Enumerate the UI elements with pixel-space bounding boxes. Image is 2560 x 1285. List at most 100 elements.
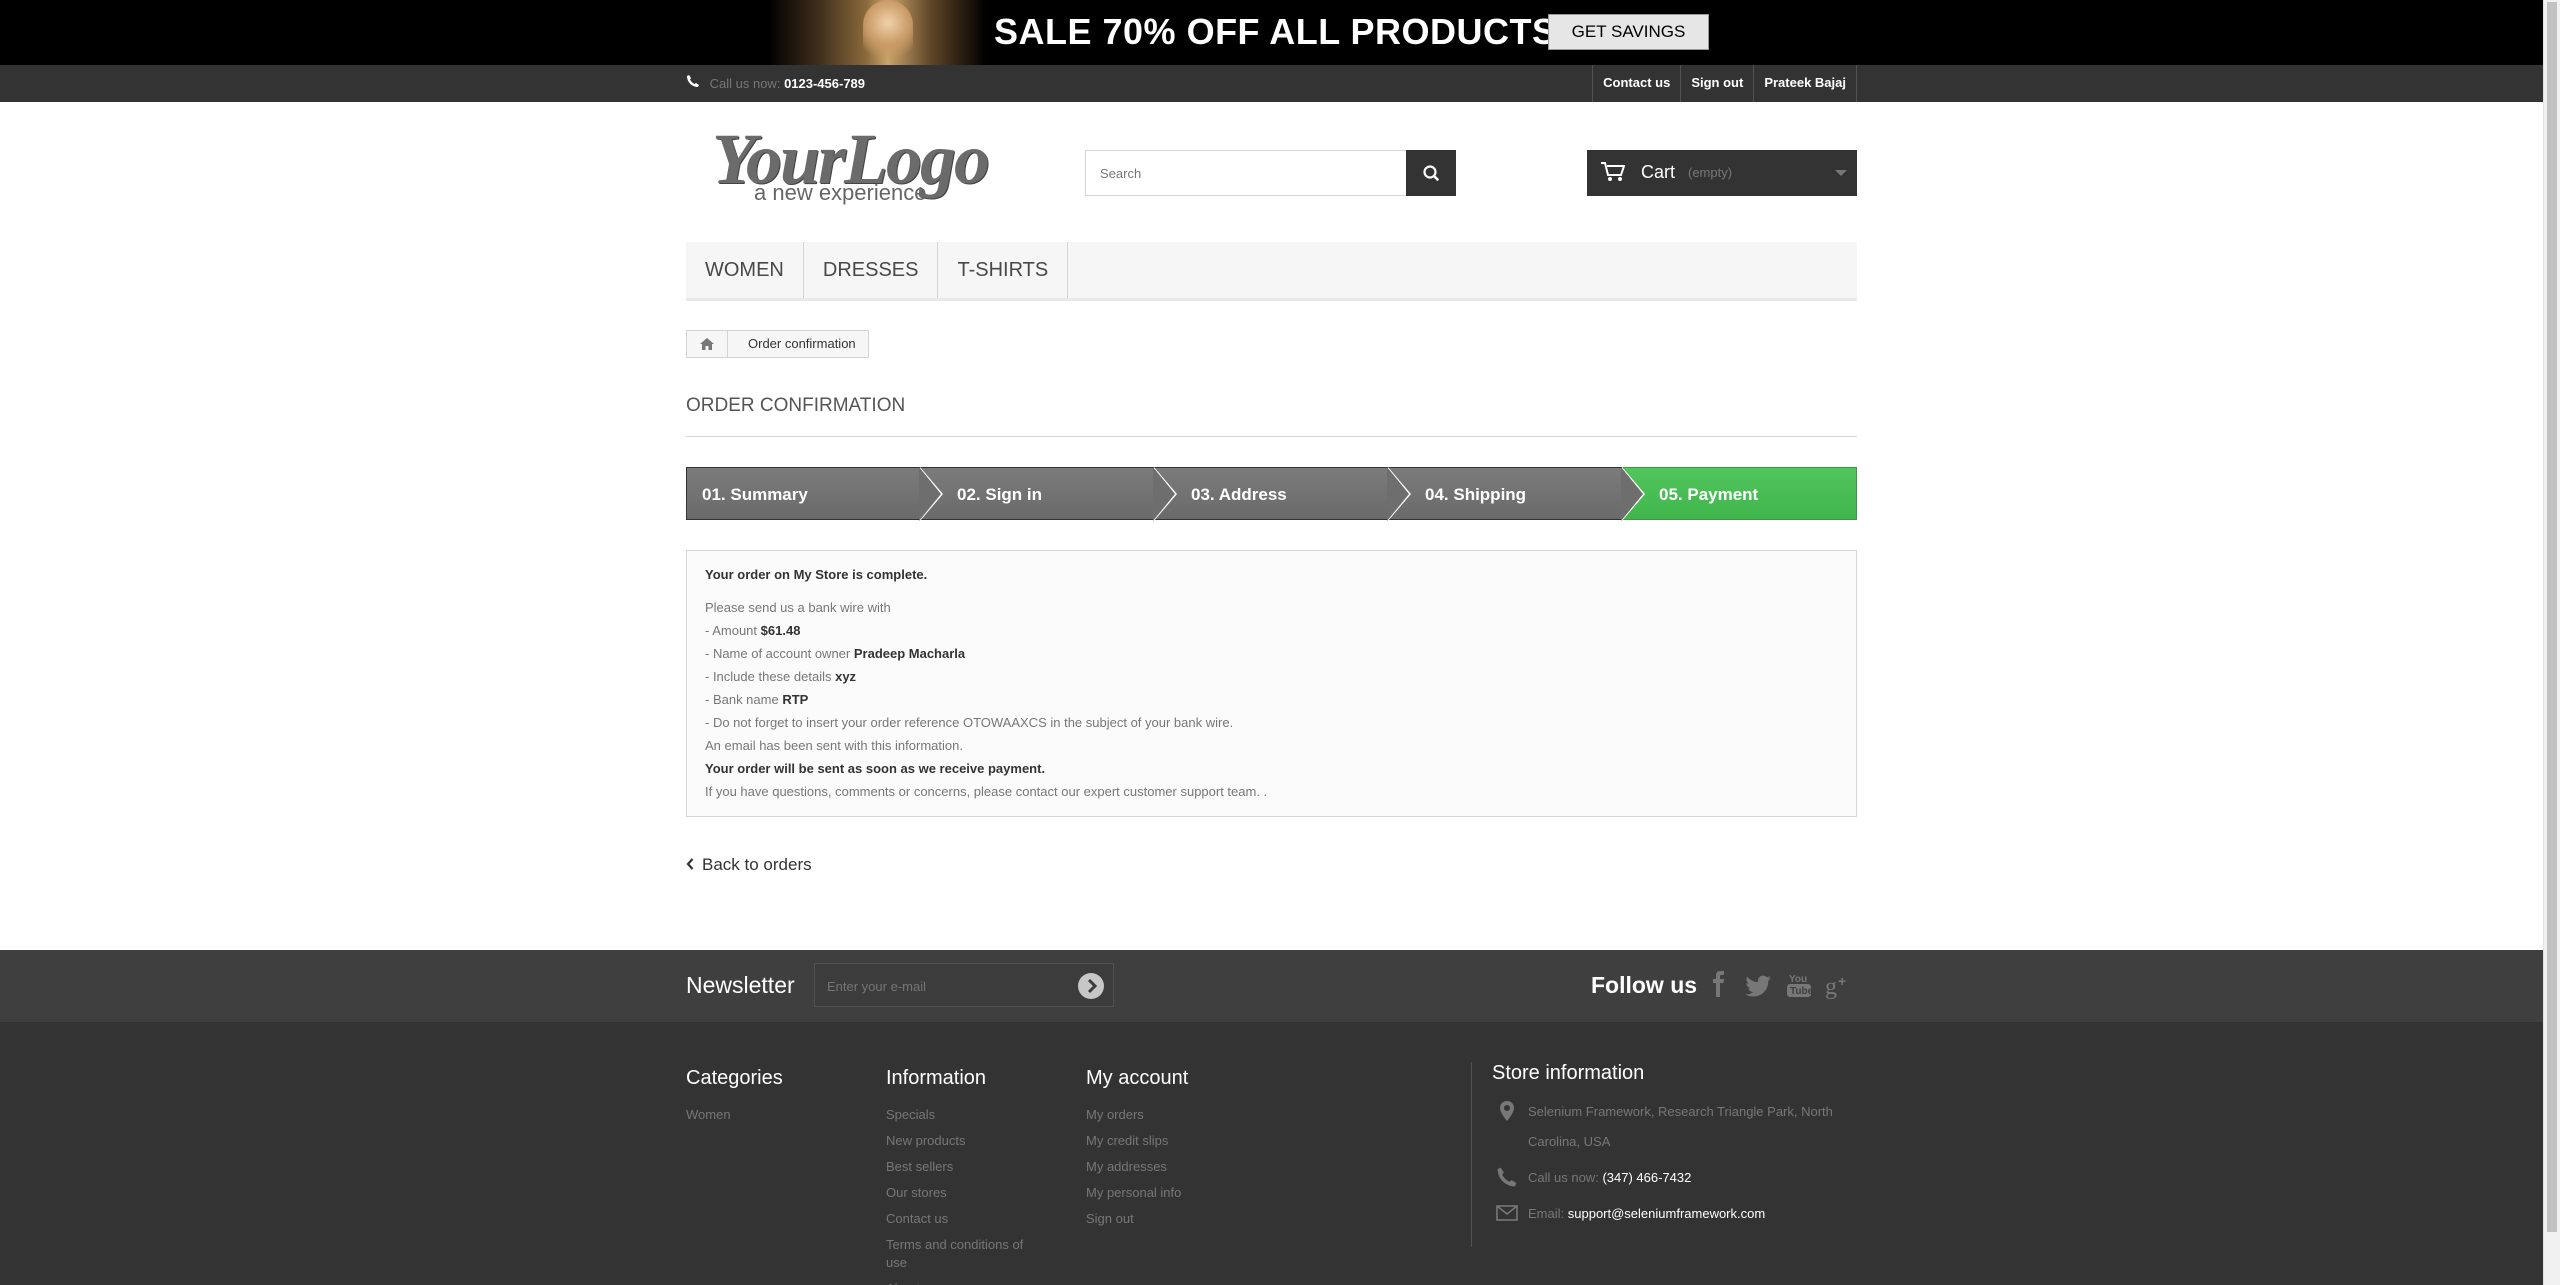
breadcrumb-current: Order confirmation <box>748 336 856 351</box>
store-logo[interactable]: YourLogo a new experience <box>712 123 992 214</box>
scrollbar-thumb[interactable] <box>2547 2 2557 1232</box>
page-title: ORDER CONFIRMATION <box>686 395 906 416</box>
footer-categories: Categories Women <box>686 1067 783 1128</box>
cart-icon <box>1601 162 1626 187</box>
envelope-icon <box>1496 1202 1518 1224</box>
banner-headline: SALE 70% OFF ALL PRODUCTS <box>994 11 1557 52</box>
youtube-icon[interactable]: You Tube <box>1785 968 1814 1002</box>
details-value: xyz <box>835 669 857 684</box>
twitter-icon[interactable] <box>1745 968 1773 1002</box>
footer-link-best-sellers[interactable]: Best sellers <box>886 1154 1046 1180</box>
call-us: Call us now: 0123-456-789 <box>686 65 865 102</box>
promo-banner[interactable]: SALE 70% OFF ALL PRODUCTS GET SAVINGS NO… <box>0 0 2543 75</box>
cart-status: (empty) <box>1688 165 1733 180</box>
footer-link-our-stores[interactable]: Our stores <box>886 1180 1046 1206</box>
svg-text:Tube: Tube <box>1790 986 1813 997</box>
step-summary-label: 01. Summary <box>702 485 808 504</box>
bank-wire-intro: Please send us a bank wire with <box>705 600 891 615</box>
title-divider <box>686 436 1857 437</box>
search-input[interactable] <box>1085 150 1407 196</box>
bank-value: RTP <box>782 692 809 707</box>
store-address: Selenium Framework, Research Triangle Pa… <box>1492 1097 1857 1157</box>
store-phone: Call us now: (347) 466-7432 <box>1492 1163 1857 1193</box>
footer-link-contact-us[interactable]: Contact us <box>886 1206 1046 1232</box>
chevron-left-icon <box>686 855 694 875</box>
owner-value: Pradeep Macharla <box>853 646 966 661</box>
details-label: - Include these details <box>705 669 832 684</box>
footer-link-about-us[interactable]: About us <box>886 1276 1046 1285</box>
store-email-address[interactable]: support@seleniumframework.com <box>1568 1206 1765 1221</box>
footer-category-women[interactable]: Women <box>686 1102 783 1128</box>
step-shipping[interactable]: 04. Shipping <box>1388 467 1645 521</box>
cart-button[interactable]: Cart (empty) <box>1587 150 1857 196</box>
amount-line: - Amount $61.48 <box>705 623 800 638</box>
store-address-text: Selenium Framework, Research Triangle Pa… <box>1528 1104 1833 1149</box>
footer-information: Information Specials New products Best s… <box>886 1067 1046 1285</box>
store-phone-number: (347) 466-7432 <box>1602 1170 1692 1185</box>
newsletter-bar: Newsletter Follow us YouTube g+ <box>0 950 2543 1022</box>
call-us-label: Call us now: <box>709 76 781 91</box>
search-button[interactable] <box>1406 150 1456 196</box>
breadcrumb-home[interactable] <box>687 331 728 357</box>
footer-link-my-addresses[interactable]: My addresses <box>1086 1154 1188 1180</box>
sent-note-text: Your order will be sent as soon as we re… <box>705 761 1046 776</box>
order-confirmation-box: Your order on My Store is complete. Plea… <box>686 550 1857 817</box>
reference-note: - Do not forget to insert your order ref… <box>705 715 1234 730</box>
account-link[interactable]: Prateek Bajaj <box>1753 65 1857 102</box>
order-complete-text: Your order on My Store is complete. <box>705 567 928 582</box>
footer-link-sign-out[interactable]: Sign out <box>1086 1206 1188 1232</box>
footer-categories-title: Categories <box>686 1067 783 1089</box>
map-marker-icon <box>1496 1100 1518 1122</box>
owner-label: - Name of account owner <box>705 646 851 661</box>
get-savings-button[interactable]: GET SAVINGS NOW <box>1548 14 1709 75</box>
step-address[interactable]: 03. Address <box>1154 467 1411 521</box>
bank-line: - Bank name RTP <box>705 692 808 707</box>
store-phone-label: Call us now: <box>1528 1170 1599 1185</box>
footer-link-specials[interactable]: Specials <box>886 1102 1046 1128</box>
footer-link-new-products[interactable]: New products <box>886 1128 1046 1154</box>
footer-link-my-orders[interactable]: My orders <box>1086 1102 1188 1128</box>
newsletter-submit-button[interactable] <box>1078 973 1104 999</box>
social-links: You Tube g + <box>1705 968 1853 1002</box>
footer-my-account-title: My account <box>1086 1067 1189 1089</box>
menu-item-dresses[interactable]: DRESSES <box>804 242 939 298</box>
menu-item-women[interactable]: WOMEN <box>686 242 804 298</box>
owner-line: - Name of account owner Pradeep Macharla <box>705 646 965 661</box>
call-us-phone: 0123-456-789 <box>784 76 866 91</box>
arrow-right-icon <box>1087 978 1098 994</box>
step-payment: 05. Payment <box>1622 467 1857 520</box>
order-steps: 01. Summary 02. Sign in 03. Address 04. … <box>686 467 1857 521</box>
bank-label: - Bank name <box>705 692 779 707</box>
footer-link-my-credit-slips[interactable]: My credit slips <box>1086 1128 1188 1154</box>
step-summary[interactable]: 01. Summary <box>686 467 943 521</box>
sign-out-link[interactable]: Sign out <box>1680 65 1753 102</box>
svg-text:+: + <box>1838 973 1846 989</box>
newsletter-email-input[interactable] <box>815 964 1084 1008</box>
footer: Categories Women Information Specials Ne… <box>0 1022 2543 1285</box>
facebook-icon[interactable] <box>1705 968 1733 1002</box>
contact-us-link[interactable]: Contact us <box>1592 65 1680 102</box>
header: YourLogo a new experience Cart (empty) <box>0 102 2543 242</box>
google-plus-icon[interactable]: g + <box>1825 968 1853 1002</box>
svg-text:g: g <box>1825 974 1837 1000</box>
banner-model-image <box>768 0 986 65</box>
details-line: - Include these details xyz <box>705 669 856 684</box>
back-to-orders-link[interactable]: Back to orders <box>686 855 812 875</box>
phone-icon <box>1496 1166 1518 1188</box>
top-links: Contact us Sign out Prateek Bajaj <box>1592 65 1857 102</box>
scrollbar[interactable] <box>2543 0 2560 1285</box>
newsletter-form <box>814 963 1114 1008</box>
footer-my-account: My account My orders My credit slips My … <box>1086 1067 1188 1232</box>
sent-note: Your order will be sent as soon as we re… <box>705 761 1045 776</box>
cart-label: Cart <box>1641 162 1676 182</box>
footer-link-my-personal-info[interactable]: My personal info <box>1086 1180 1188 1206</box>
store-email: Email: support@seleniumframework.com <box>1492 1199 1857 1229</box>
logo-tagline: a new experience <box>754 180 927 205</box>
step-sign-in[interactable]: 02. Sign in <box>920 467 1177 521</box>
home-icon <box>700 338 714 350</box>
breadcrumb: Order confirmation <box>686 330 869 358</box>
menu-item-tshirts[interactable]: T-SHIRTS <box>938 242 1069 298</box>
footer-information-title: Information <box>886 1067 987 1089</box>
footer-link-terms[interactable]: Terms and conditions of use <box>886 1232 1046 1276</box>
back-to-orders-label: Back to orders <box>702 855 812 874</box>
